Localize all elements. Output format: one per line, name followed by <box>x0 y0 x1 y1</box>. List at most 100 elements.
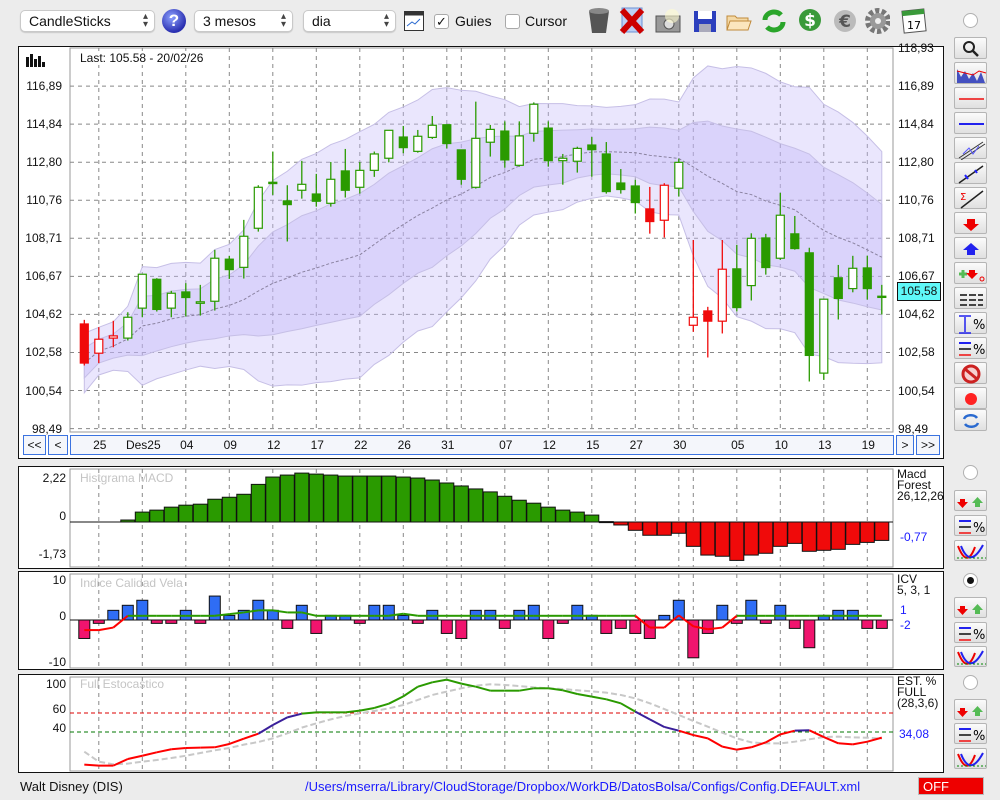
panel-select-radio[interactable] <box>963 573 978 588</box>
icv-bar <box>759 619 772 624</box>
record-tool-button[interactable] <box>954 387 987 409</box>
macd-bar <box>845 521 861 545</box>
candle-body <box>137 273 147 309</box>
stochastic-k-segment <box>171 746 186 751</box>
mode-off-button[interactable]: OFF <box>918 777 984 795</box>
range-percent-icon: % <box>959 315 985 334</box>
macd-bar <box>859 521 875 543</box>
icv-bar <box>556 619 569 624</box>
y-axis-label-left: 116,89 <box>26 79 62 94</box>
channel-tool-button[interactable] <box>954 137 987 160</box>
macd-bar <box>178 504 194 523</box>
trendline-icon <box>958 165 984 184</box>
panel-select-radio[interactable] <box>963 465 978 480</box>
candle-body <box>355 169 365 188</box>
candle-body <box>746 237 756 287</box>
macd-bar <box>714 521 730 557</box>
y-axis-label-left: 98,49 <box>31 421 62 436</box>
icv-bar <box>658 614 671 621</box>
candle-body <box>732 268 742 309</box>
oscillator-curve-button[interactable] <box>954 646 987 667</box>
macd-bar <box>221 496 237 523</box>
blue-line-tool-button[interactable] <box>954 112 987 134</box>
y-axis-label-left: 110,76 <box>26 193 62 208</box>
y-axis-label-right: 116,89 <box>898 79 934 94</box>
macd-bar <box>395 476 411 523</box>
candle-body <box>181 291 191 299</box>
macd-bar <box>700 521 716 556</box>
levels-percent-button[interactable]: % <box>954 622 987 643</box>
sell-buy-arrows-icon <box>957 604 983 615</box>
nav-last-button[interactable]: >> <box>916 435 940 455</box>
macd-bar <box>120 519 136 523</box>
add-order-tool-button[interactable] <box>954 262 987 284</box>
candle <box>152 278 162 312</box>
y-axis-label-right: 118,93 <box>898 41 934 55</box>
x-axis-label: 19 <box>861 438 875 452</box>
sigma-trendline-tool-button[interactable]: Σ <box>954 187 987 209</box>
sync-icon <box>962 414 980 428</box>
macd-bar <box>134 511 150 523</box>
icv-bar <box>716 604 729 621</box>
icv-bar <box>614 619 627 629</box>
icv-bar <box>223 614 236 621</box>
sell-buy-arrows-button[interactable] <box>954 699 987 720</box>
macd-bar <box>671 521 687 534</box>
sync-tool-button[interactable] <box>954 409 987 431</box>
icv-y-label: 10 <box>52 573 66 587</box>
svg-text:%: % <box>973 729 985 744</box>
forbidden-tool-button[interactable] <box>954 362 987 384</box>
icv-y-label: -10 <box>48 655 66 669</box>
panel-select-radio[interactable] <box>963 675 978 690</box>
candle-body <box>775 214 785 259</box>
x-axis-label: Des25 <box>125 438 161 452</box>
macd-bar <box>482 491 498 523</box>
red-line-tool-button[interactable] <box>954 87 987 109</box>
stochastic-y-label: 40 <box>52 721 66 735</box>
macd-bar <box>642 521 658 536</box>
trendline-tool-button[interactable] <box>954 162 987 184</box>
macd-bar <box>511 499 527 523</box>
icv-bar <box>542 619 555 639</box>
icv-bar <box>498 619 511 629</box>
oscillator-curve-icon <box>957 752 986 767</box>
macd-bar <box>685 521 701 547</box>
svg-text:%: % <box>973 343 985 358</box>
macd-bar <box>772 521 788 547</box>
buy-arrow-tool-button[interactable] <box>954 237 987 259</box>
candle-body <box>587 144 597 151</box>
zoom-tool-button[interactable] <box>954 37 987 59</box>
icv-bar <box>527 604 540 621</box>
sell-arrow-tool-button[interactable] <box>954 212 987 234</box>
macd-bar <box>149 509 165 523</box>
y-axis-label-right: 100,54 <box>898 383 935 398</box>
sell-arrow-icon <box>963 219 979 231</box>
macd-y-label: 2,22 <box>42 471 66 485</box>
nav-first-button[interactable]: << <box>23 435 46 455</box>
macd-bar <box>830 521 846 550</box>
candle-body <box>253 186 263 229</box>
sell-buy-arrows-button[interactable] <box>954 597 987 618</box>
icv-bar <box>788 619 801 629</box>
candle-body <box>572 147 582 162</box>
chart-overlay-tool-button[interactable] <box>954 62 987 84</box>
nav-next-button[interactable]: > <box>896 435 914 455</box>
candle-body <box>210 257 220 302</box>
y-axis-label-right: 114,84 <box>898 117 934 132</box>
oscillator-curve-button[interactable] <box>954 748 987 769</box>
chart-overlay-icon <box>956 69 987 83</box>
config-path-link[interactable]: /Users/mserra/Library/CloudStorage/Dropb… <box>305 779 860 794</box>
lines-tool-button[interactable] <box>954 287 987 309</box>
levels-percent-button[interactable]: % <box>954 723 987 744</box>
x-axis-label: 15 <box>586 438 600 452</box>
levels-percent-button[interactable]: % <box>954 515 987 536</box>
sell-buy-arrows-button[interactable] <box>954 490 987 511</box>
candle-body <box>688 316 698 326</box>
range-percent-tool-button[interactable]: % <box>954 312 987 334</box>
oscillator-curve-button[interactable] <box>954 540 987 561</box>
volume-bars-icon[interactable] <box>26 52 46 67</box>
icv-bar <box>745 599 758 621</box>
levels-percent-tool-button[interactable]: % <box>954 337 987 359</box>
date-axis-strip[interactable]: 25 Des25 04 09 12 17 22 26 31 07 12 15 27 30 05 10 13 19 <box>70 435 894 455</box>
nav-prev-button[interactable]: < <box>48 435 68 455</box>
